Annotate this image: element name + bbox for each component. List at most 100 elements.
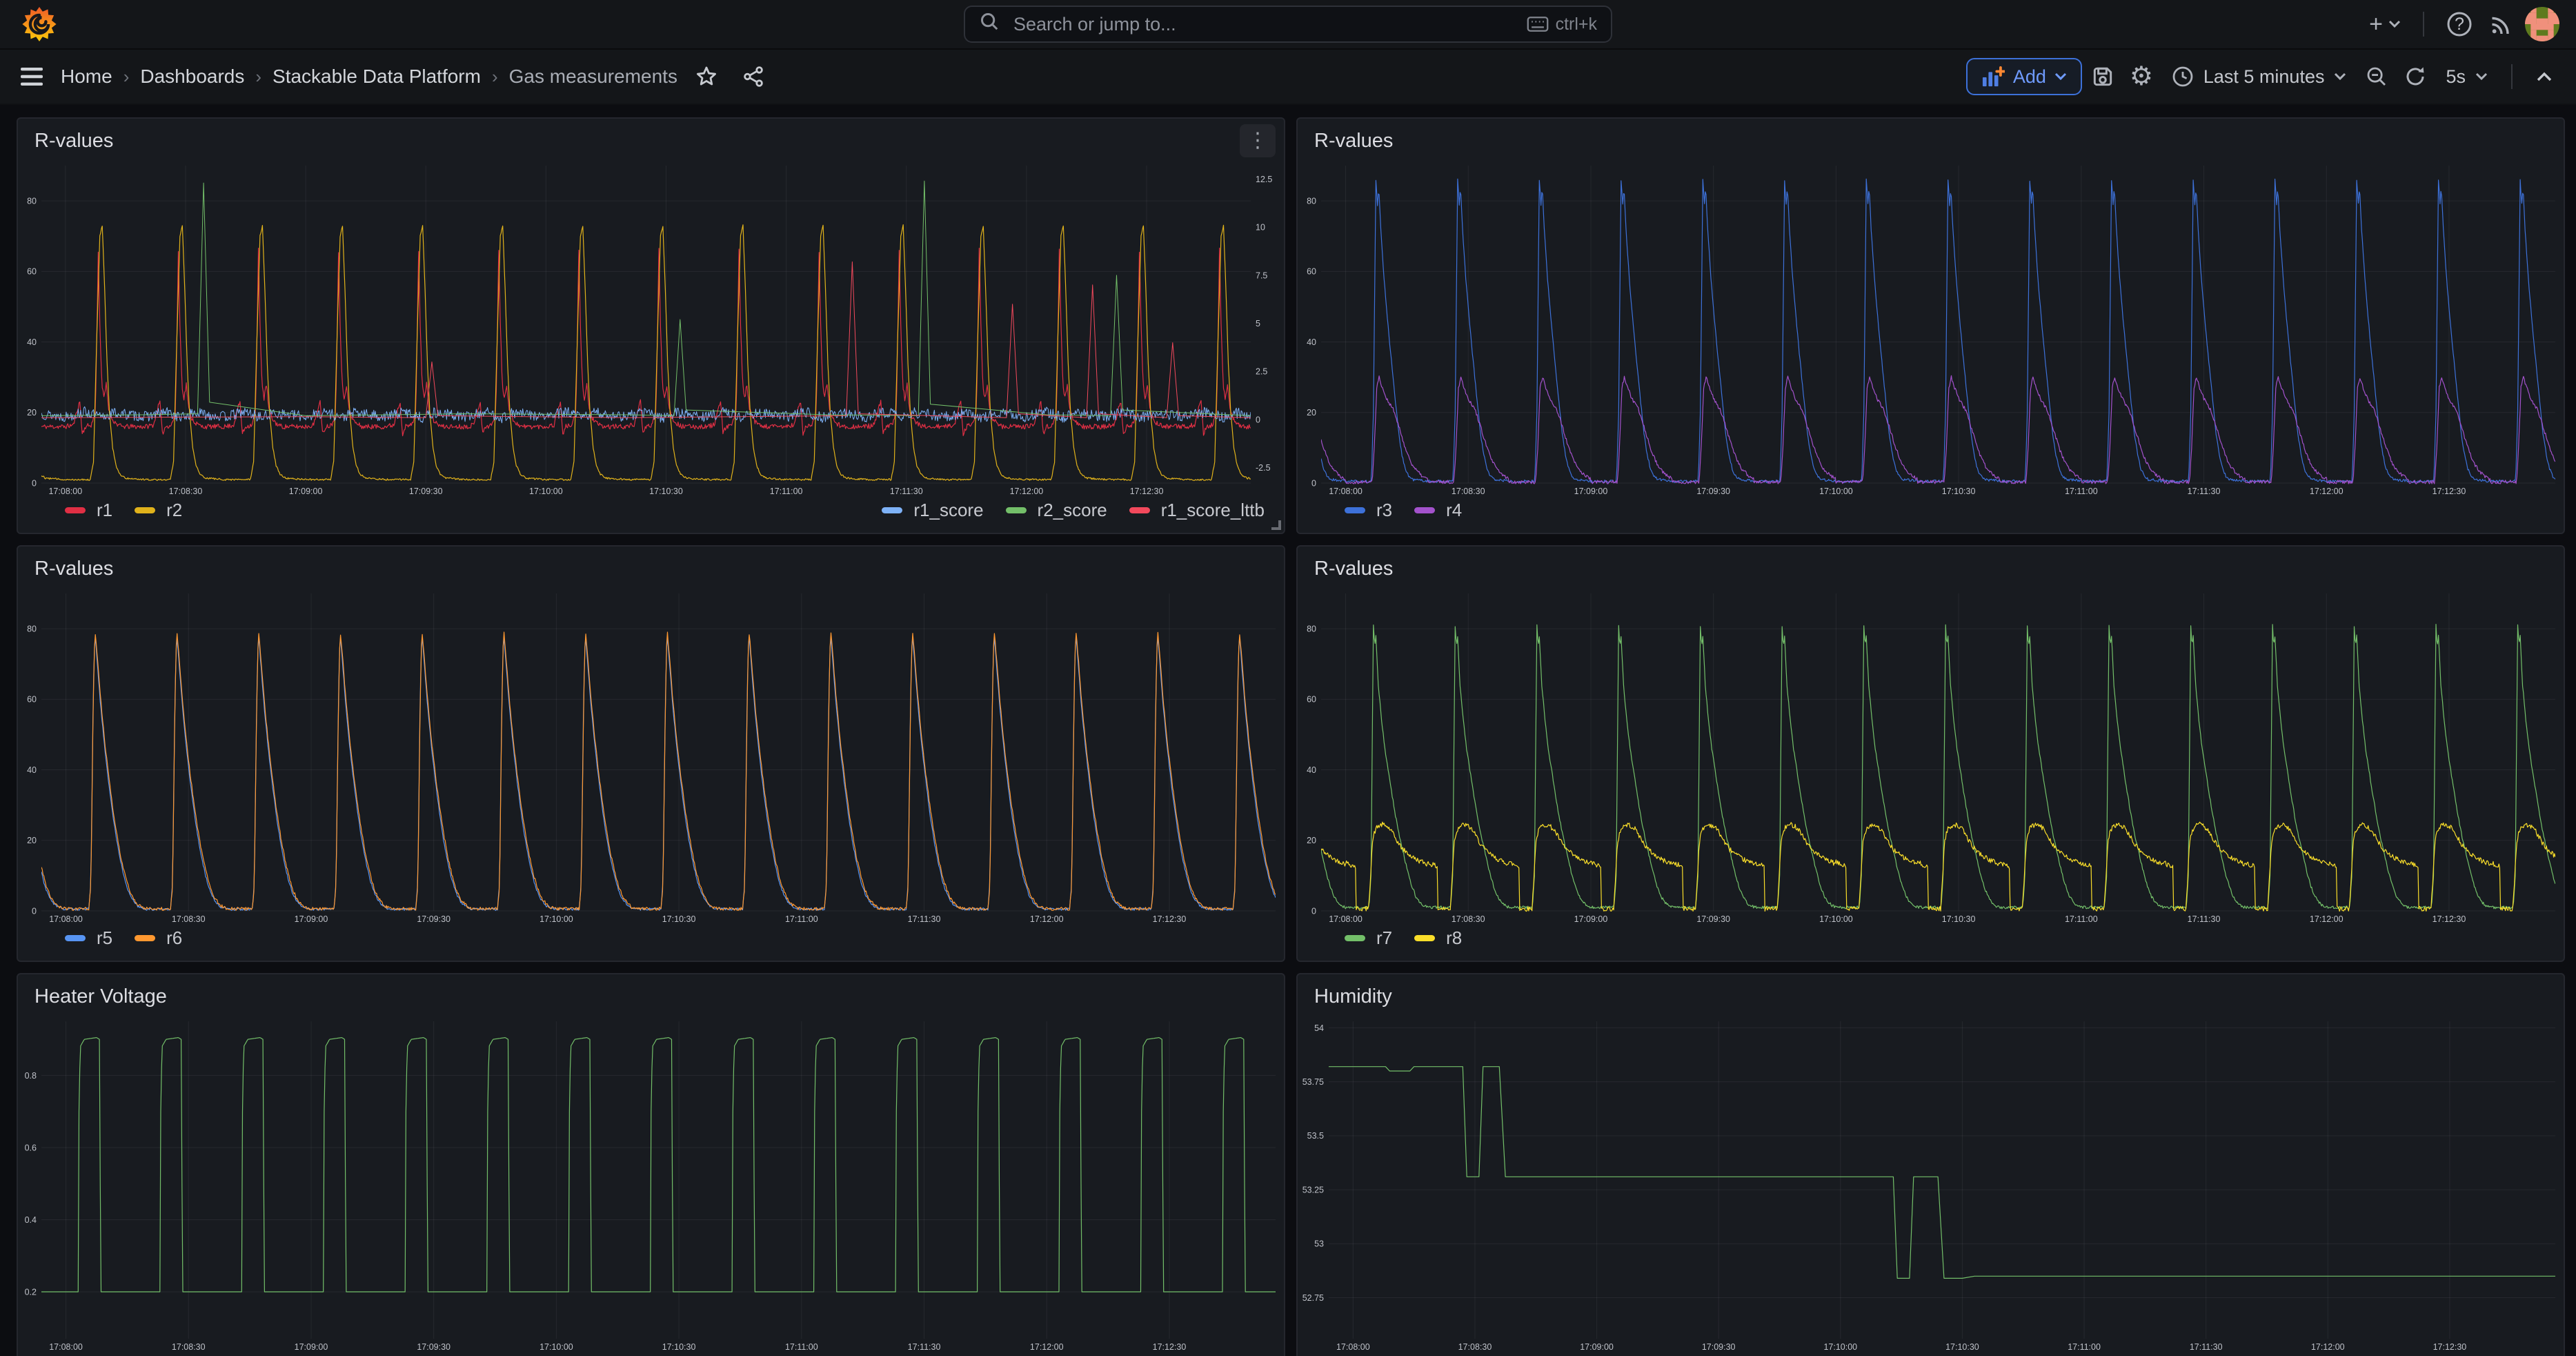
breadcrumb-separator: › [492,66,498,88]
time-series-chart[interactable]: 17:08:0017:08:3017:09:0017:09:3017:10:00… [18,160,1284,497]
legend-item-r8[interactable]: r8 [1414,927,1462,949]
news-button[interactable] [2484,5,2519,43]
search-shortcut: ctrl+k [1527,14,1597,35]
search-input[interactable] [1011,12,1516,37]
panel-title[interactable]: R-values [34,558,113,580]
new-menu-button[interactable]: + [2364,5,2406,43]
svg-text:17:09:00: 17:09:00 [1574,914,1608,924]
legend-item-r7[interactable]: r7 [1345,927,1392,949]
svg-text:17:09:30: 17:09:30 [417,914,450,924]
chart-canvas[interactable]: 17:08:0017:08:3017:09:0017:09:3017:10:00… [1298,1016,2564,1353]
legend-item-r1_score[interactable]: r1_score [882,500,983,521]
breadcrumb-folder[interactable]: Stackable Data Platform [273,66,481,88]
legend-item-r6[interactable]: r6 [135,927,182,949]
panel-heater-voltage: Heater Voltage 17:08:0017:08:3017:09:001… [17,973,1285,1356]
chevron-down-icon [2054,72,2067,81]
svg-text:17:08:30: 17:08:30 [172,914,206,924]
legend-label: r1 [97,500,112,521]
svg-text:60: 60 [27,267,37,277]
svg-text:17:09:30: 17:09:30 [1702,1342,1736,1352]
legend-swatch [1129,507,1150,513]
chart-canvas[interactable]: 17:08:0017:08:3017:09:0017:09:3017:10:00… [1298,160,2564,497]
svg-text:17:12:00: 17:12:00 [2310,914,2344,924]
global-search[interactable]: ctrl+k [964,6,1612,43]
dashboard-settings-button[interactable]: ⚙ [2123,57,2159,96]
legend-item-r2[interactable]: r2 [135,500,182,521]
svg-text:12.5: 12.5 [1256,175,1272,184]
avatar-image [2525,7,2559,41]
panel-header: Heater Voltage [18,974,1284,1016]
panel-header: R-values ⋮ [18,119,1284,160]
time-series-chart[interactable]: 17:08:0017:08:3017:09:0017:09:3017:10:00… [1298,1016,2564,1353]
legend-item-r3[interactable]: r3 [1345,500,1392,521]
svg-text:80: 80 [27,624,37,633]
svg-text:53: 53 [1314,1239,1324,1249]
zoom-out-button[interactable] [2359,57,2395,96]
legend-swatch [65,507,86,513]
user-avatar[interactable] [2525,7,2559,41]
svg-text:20: 20 [27,836,37,845]
help-button[interactable]: ? [2441,5,2478,43]
panel-title[interactable]: R-values [1314,130,1393,153]
legend-item-r1[interactable]: r1 [65,500,112,521]
svg-text:60: 60 [1307,267,1316,277]
svg-text:17:09:00: 17:09:00 [295,1342,328,1352]
collapse-toolbar-button[interactable] [2526,57,2562,96]
legend-item-r1_score_lttb[interactable]: r1_score_lttb [1129,500,1265,521]
favorite-button[interactable] [688,57,724,96]
panel-title[interactable]: Humidity [1314,985,1392,1008]
panel-resize-handle[interactable] [1271,520,1281,530]
legend-swatch [1345,507,1365,513]
legend-item-r5[interactable]: r5 [65,927,112,949]
panel-title[interactable]: Heater Voltage [34,985,167,1008]
legend-item-r2_score[interactable]: r2_score [1006,500,1107,521]
chart-canvas[interactable]: 17:08:0017:08:3017:09:0017:09:3017:10:00… [1298,588,2564,925]
panel-menu-button[interactable]: ⋮ [1240,124,1276,157]
svg-text:17:12:30: 17:12:30 [2433,487,2466,496]
chevron-down-icon [2475,72,2488,81]
breadcrumb-dashboards[interactable]: Dashboards [140,66,244,88]
time-series-chart[interactable]: 17:08:0017:08:3017:09:0017:09:3017:10:00… [1298,160,2564,497]
svg-text:17:08:30: 17:08:30 [169,487,203,496]
panel-header: R-values [1298,547,2564,588]
time-series-chart[interactable]: 17:08:0017:08:3017:09:0017:09:3017:10:00… [18,1016,1284,1353]
legend-swatch [1414,507,1435,513]
add-button[interactable]: Add [1966,58,2082,95]
panel-title[interactable]: R-values [34,130,113,153]
chart-canvas[interactable]: 17:08:0017:08:3017:09:0017:09:3017:10:00… [18,160,1284,497]
grafana-logo[interactable] [17,5,62,43]
panel-r-values-3: R-values 17:08:0017:08:3017:09:0017:09:3… [17,545,1285,962]
mega-menu-button[interactable] [14,57,50,96]
svg-text:52.75: 52.75 [1302,1293,1324,1303]
star-icon [695,66,717,88]
svg-text:-2.5: -2.5 [1256,463,1271,473]
refresh-button[interactable] [2397,57,2433,96]
refresh-interval-picker[interactable]: 5s [2436,57,2497,96]
panel-header: R-values [18,547,1284,588]
time-series-chart[interactable]: 17:08:0017:08:3017:09:0017:09:3017:10:00… [18,588,1284,925]
chart-canvas[interactable]: 17:08:0017:08:3017:09:0017:09:3017:10:00… [18,588,1284,925]
share-button[interactable] [735,57,771,96]
svg-text:40: 40 [27,337,37,347]
svg-text:17:10:00: 17:10:00 [1819,487,1853,496]
svg-text:17:12:00: 17:12:00 [1010,487,1044,496]
svg-text:40: 40 [27,765,37,775]
toolbar-actions: Add ⚙ Last 5 minutes [1966,57,2562,96]
svg-text:60: 60 [27,695,37,705]
svg-text:17:12:00: 17:12:00 [2311,1342,2345,1352]
panel-title[interactable]: R-values [1314,558,1393,580]
svg-text:20: 20 [27,408,37,417]
plus-icon: + [2369,12,2383,36]
time-series-chart[interactable]: 17:08:0017:08:3017:09:0017:09:3017:10:00… [1298,588,2564,925]
panel-legend: r7 r8 [1298,925,2564,961]
svg-text:17:09:30: 17:09:30 [409,487,443,496]
search-icon [979,11,1000,37]
legend-item-r4[interactable]: r4 [1414,500,1462,521]
chart-canvas[interactable]: 17:08:0017:08:3017:09:0017:09:3017:10:00… [18,1016,1284,1353]
save-icon [2091,65,2114,88]
breadcrumb-home[interactable]: Home [61,66,112,88]
legend-swatch [1414,935,1435,941]
time-range-picker[interactable]: Last 5 minutes [2162,57,2357,96]
svg-text:0: 0 [32,906,37,916]
save-dashboard-button[interactable] [2085,57,2121,96]
